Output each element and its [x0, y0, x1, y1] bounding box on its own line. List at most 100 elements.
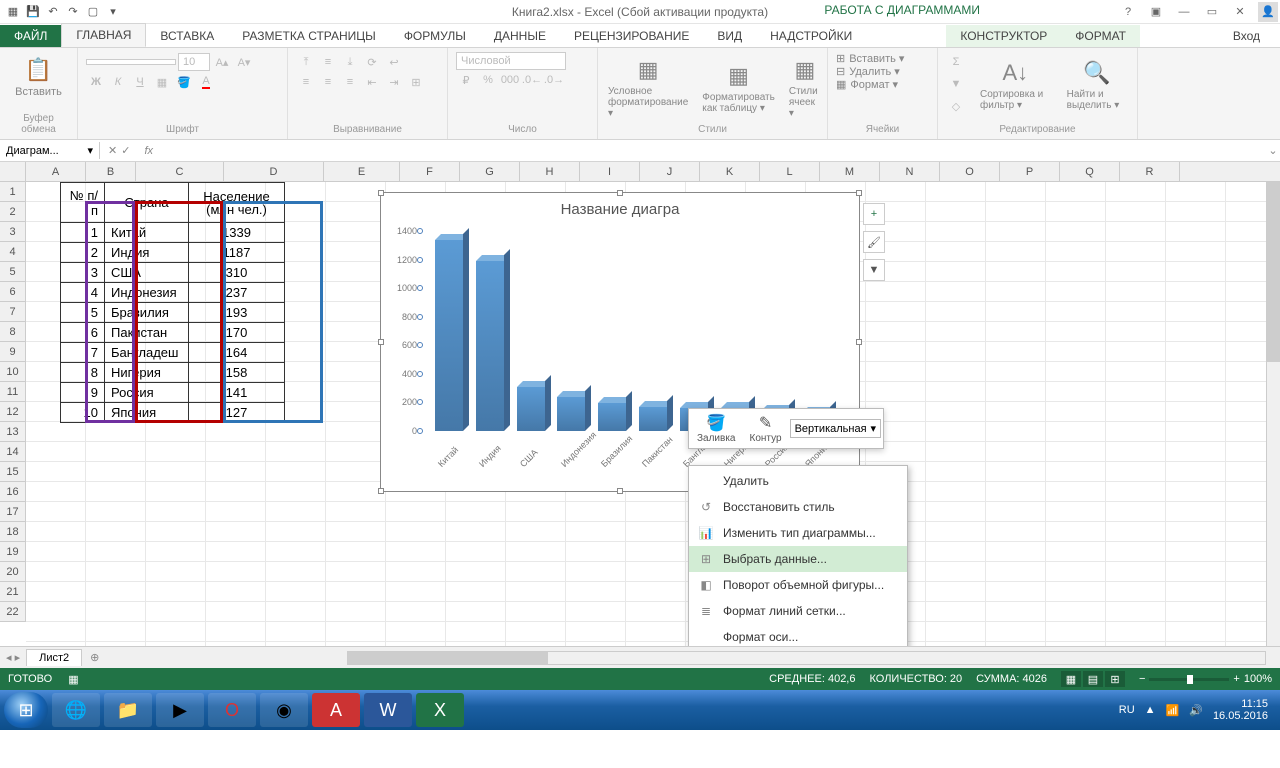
row-header[interactable]: 20 [0, 562, 26, 582]
tray-network-icon[interactable]: 📶 [1166, 704, 1180, 717]
cancel-fx-icon[interactable]: ✕ [108, 144, 117, 157]
number-format-combo[interactable]: Числовой [456, 52, 566, 70]
row-header[interactable]: 2 [0, 202, 26, 222]
normal-view-icon[interactable]: ▦ [1061, 671, 1081, 687]
undo-icon[interactable]: ↶ [44, 3, 62, 21]
col-header[interactable]: O [940, 162, 1000, 181]
resize-handle[interactable] [617, 488, 623, 494]
macro-record-icon[interactable]: ▦ [68, 673, 78, 686]
tab-view[interactable]: ВИД [703, 25, 756, 47]
context-menu-item[interactable]: 📊Изменить тип диаграммы... [689, 520, 907, 546]
taskbar-acrobat-icon[interactable]: A [312, 693, 360, 727]
select-all-corner[interactable] [0, 162, 26, 181]
fill-icon[interactable]: ▼ [946, 74, 966, 94]
col-header[interactable]: G [460, 162, 520, 181]
chart-bar[interactable] [476, 261, 504, 431]
col-header[interactable]: Q [1060, 162, 1120, 181]
col-header[interactable]: H [520, 162, 580, 181]
tab-page-layout[interactable]: РАЗМЕТКА СТРАНИЦЫ [228, 25, 390, 47]
context-menu-item[interactable]: ≣Формат линий сетки... [689, 598, 907, 624]
row-header[interactable]: 3 [0, 222, 26, 242]
zoom-in-icon[interactable]: + [1233, 673, 1239, 685]
currency-icon[interactable]: ₽ [456, 70, 476, 90]
context-menu-item[interactable]: ◧Поворот объемной фигуры... [689, 572, 907, 598]
row-header[interactable]: 14 [0, 442, 26, 462]
tray-volume-icon[interactable]: 🔊 [1189, 704, 1203, 717]
clear-icon[interactable]: ◇ [946, 96, 966, 116]
sheet-nav[interactable]: ◂ ▸ [0, 651, 26, 664]
align-center-icon[interactable]: ≡ [318, 72, 338, 92]
inc-decimal-icon[interactable]: .0← [522, 70, 542, 90]
italic-icon[interactable]: К [108, 72, 128, 92]
taskbar-explorer-icon[interactable]: 📁 [104, 693, 152, 727]
col-header[interactable]: K [700, 162, 760, 181]
chart-title[interactable]: Название диагра [381, 193, 859, 218]
taskbar-chrome-icon[interactable]: ◉ [260, 693, 308, 727]
tray-clock[interactable]: 11:1516.05.2016 [1213, 698, 1268, 722]
mini-fill-button[interactable]: 🪣Заливка [691, 411, 742, 446]
font-name-combo[interactable] [86, 59, 176, 65]
conditional-formatting-button[interactable]: ▦Условное форматирование ▾ [606, 52, 690, 121]
align-left-icon[interactable]: ≡ [296, 72, 316, 92]
row-header[interactable]: 18 [0, 522, 26, 542]
col-header[interactable]: D [224, 162, 324, 181]
horizontal-scrollbar[interactable] [347, 651, 1266, 665]
row-header[interactable]: 21 [0, 582, 26, 602]
row-header[interactable]: 15 [0, 462, 26, 482]
expand-formula-icon[interactable]: ⌄ [1266, 144, 1280, 157]
row-header[interactable]: 4 [0, 242, 26, 262]
user-icon[interactable]: 👤 [1258, 2, 1278, 22]
tab-formulas[interactable]: ФОРМУЛЫ [390, 25, 480, 47]
worksheet-grid[interactable]: ABCDEFGHIJKLMNOPQR 123456789101112131415… [0, 162, 1280, 646]
format-cells-button[interactable]: ▦Формат ▾ [836, 78, 929, 91]
wrap-text-icon[interactable]: ↩ [384, 52, 404, 72]
resize-handle[interactable] [617, 190, 623, 196]
save-icon[interactable]: 💾 [24, 3, 42, 21]
maximize-icon[interactable]: ▭ [1202, 2, 1222, 22]
resize-handle[interactable] [378, 190, 384, 196]
row-header[interactable]: 9 [0, 342, 26, 362]
row-header[interactable]: 16 [0, 482, 26, 502]
chart-filter-icon[interactable]: ▼ [863, 259, 885, 281]
taskbar-word-icon[interactable]: W [364, 693, 412, 727]
chart-styles-icon[interactable]: 🖌 [863, 231, 885, 253]
vertical-scrollbar[interactable] [1266, 182, 1280, 646]
resize-handle[interactable] [378, 339, 384, 345]
sign-in-link[interactable]: Вход [1221, 25, 1272, 47]
row-header[interactable]: 17 [0, 502, 26, 522]
page-break-view-icon[interactable]: ⊞ [1105, 671, 1125, 687]
context-menu-item[interactable]: Удалить [689, 468, 907, 494]
chart-add-element-icon[interactable]: + [863, 203, 885, 225]
col-header[interactable]: I [580, 162, 640, 181]
scroll-thumb[interactable] [348, 652, 548, 664]
col-header[interactable]: E [324, 162, 400, 181]
insert-cells-button[interactable]: ⊞Вставить ▾ [836, 52, 929, 65]
formula-input[interactable] [159, 149, 1266, 153]
col-header[interactable]: C [136, 162, 224, 181]
indent-inc-icon[interactable]: ⇥ [384, 72, 404, 92]
mini-outline-button[interactable]: ✎Контур [744, 411, 788, 446]
col-header[interactable]: J [640, 162, 700, 181]
context-menu-item[interactable]: ⊞Выбрать данные... [689, 546, 907, 572]
zoom-control[interactable]: − + 100% [1139, 673, 1272, 685]
row-header[interactable]: 22 [0, 602, 26, 622]
scroll-thumb[interactable] [1267, 182, 1280, 362]
help-icon[interactable]: ? [1118, 2, 1138, 22]
zoom-label[interactable]: 100% [1244, 673, 1272, 685]
chart-bar[interactable] [557, 397, 585, 431]
qat-dropdown-icon[interactable]: ▾ [104, 3, 122, 21]
paste-button[interactable]: 📋 Вставить [8, 52, 69, 100]
sort-filter-button[interactable]: A↓Сортировка и фильтр ▾ [978, 55, 1053, 113]
context-menu-item[interactable]: Формат оси... [689, 624, 907, 646]
align-top-icon[interactable]: ⤒ [296, 52, 316, 72]
col-header[interactable]: R [1120, 162, 1180, 181]
ribbon-display-icon[interactable]: ▣ [1146, 2, 1166, 22]
taskbar-opera-icon[interactable]: O [208, 693, 256, 727]
chart-bar[interactable] [435, 240, 463, 431]
tab-file[interactable]: ФАЙЛ [0, 25, 61, 47]
align-right-icon[interactable]: ≡ [340, 72, 360, 92]
cell-styles-button[interactable]: ▦Стили ячеек ▾ [787, 52, 823, 121]
orientation-icon[interactable]: ⟳ [362, 52, 382, 72]
align-middle-icon[interactable]: ≡ [318, 52, 338, 72]
tab-review[interactable]: РЕЦЕНЗИРОВАНИЕ [560, 25, 703, 47]
